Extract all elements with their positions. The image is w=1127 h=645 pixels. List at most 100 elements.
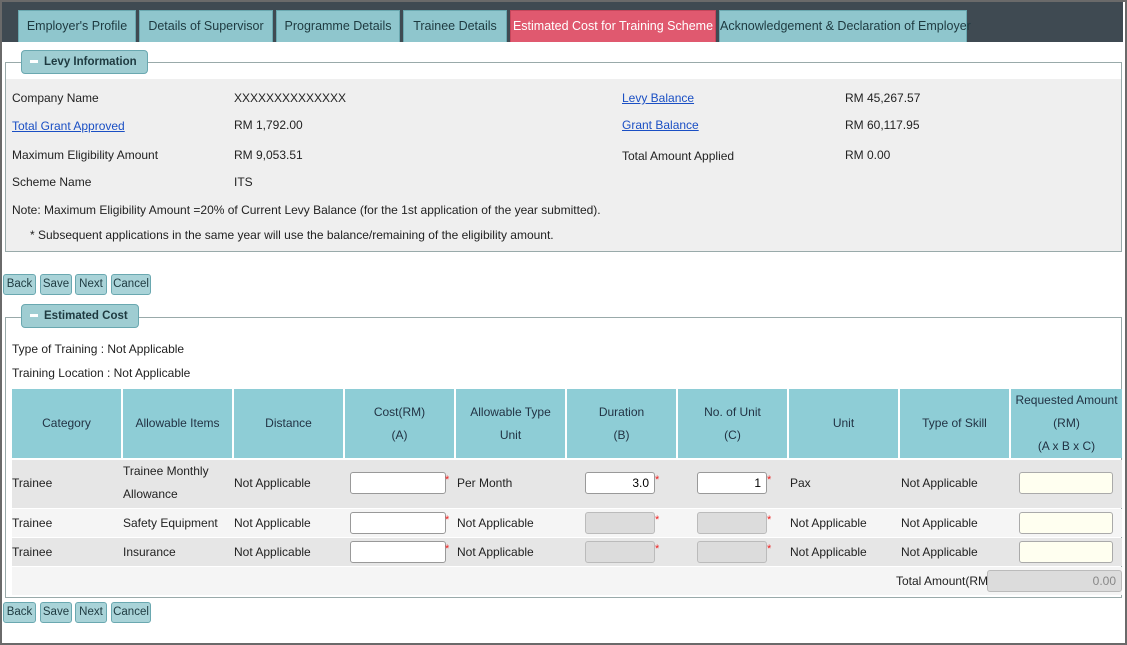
save-button[interactable]: Save: [40, 274, 72, 295]
header-type-unit-label: Allowable Type: [470, 404, 551, 419]
header-unit: Unit: [789, 389, 900, 458]
company-name-label: Company Name: [12, 91, 99, 105]
tab-programme-details[interactable]: Programme Details: [276, 10, 400, 42]
row-unit: Pax: [790, 476, 811, 490]
row-type-unit: Per Month: [457, 476, 513, 490]
header-cost-sub: (A): [391, 427, 408, 442]
levy-balance-link[interactable]: Levy Balance: [622, 91, 694, 105]
row-skill: Not Applicable: [901, 516, 978, 530]
row-item: Safety Equipment: [123, 516, 218, 530]
scheme-name-value: ITS: [234, 175, 253, 189]
required-icon: *: [767, 514, 772, 526]
type-of-training: Type of Training : Not Applicable: [12, 342, 185, 356]
row-skill: Not Applicable: [901, 545, 978, 559]
required-icon: *: [655, 543, 660, 555]
max-eligibility-label: Maximum Eligibility Amount: [12, 148, 159, 162]
row-distance: Not Applicable: [234, 516, 311, 530]
row-unit: Not Applicable: [790, 545, 867, 559]
tab-acknowledgement[interactable]: Acknowledgement & Declaration of Employe…: [719, 10, 971, 42]
row-type-unit: Not Applicable: [457, 545, 534, 559]
tab-estimated-cost[interactable]: Estimated Cost for Training Scheme: [510, 10, 716, 42]
scheme-name-label: Scheme Name: [12, 175, 92, 189]
header-distance: Distance: [234, 389, 345, 458]
total-row: Total Amount(RM):: [12, 567, 1122, 595]
header-type-unit: Allowable Type Unit: [456, 389, 567, 458]
total-amount-applied-value: RM 0.00: [845, 148, 891, 162]
row-unit: Not Applicable: [790, 516, 867, 530]
grant-balance-value: RM 60,117.95: [845, 118, 920, 132]
levy-balance-value: RM 45,267.57: [845, 91, 921, 105]
header-category-label: Category: [42, 416, 91, 430]
estimated-legend-label: Estimated Cost: [44, 310, 128, 322]
tab-trainee-details[interactable]: Trainee Details: [403, 10, 507, 42]
header-allowable-items: Allowable Items: [123, 389, 234, 458]
row-category: Trainee: [12, 476, 53, 490]
row-item: Insurance: [123, 545, 176, 559]
next-button[interactable]: Next: [75, 602, 107, 623]
header-units-sub: (C): [724, 427, 741, 442]
header-unit-label: Unit: [832, 416, 855, 430]
requested-amount-input[interactable]: [1019, 541, 1113, 563]
header-requested-amount: Requested Amount (RM) (A x B x C): [1011, 389, 1122, 458]
total-amount-applied-label: Total Amount Applied: [622, 149, 735, 163]
row-skill: Not Applicable: [901, 476, 978, 490]
tab-employers-profile[interactable]: Employer's Profile: [18, 10, 136, 42]
back-button[interactable]: Back: [3, 602, 36, 623]
row-category: Trainee: [12, 516, 53, 530]
cancel-button[interactable]: Cancel: [111, 274, 151, 295]
requested-amount-input[interactable]: [1019, 512, 1113, 534]
header-cost: Cost(RM) (A): [345, 389, 456, 458]
next-button[interactable]: Next: [75, 274, 107, 295]
header-type-of-skill: Type of Skill: [900, 389, 1011, 458]
max-eligibility-value: RM 9,053.51: [234, 148, 303, 162]
training-location: Training Location : Not Applicable: [12, 366, 191, 380]
save-button[interactable]: Save: [40, 602, 72, 623]
requested-amount-input[interactable]: [1019, 472, 1113, 494]
required-icon: *: [445, 543, 450, 555]
total-amount-label: Total Amount(RM):: [896, 574, 996, 588]
total-amount-field: [987, 570, 1122, 592]
back-button[interactable]: Back: [3, 274, 36, 295]
cost-input[interactable]: [350, 512, 446, 534]
grant-balance-link[interactable]: Grant Balance: [622, 118, 699, 132]
total-grant-approved-value: RM 1,792.00: [234, 118, 303, 132]
required-icon: *: [445, 514, 450, 526]
levy-information-legend[interactable]: Levy Information: [21, 50, 148, 74]
cost-input[interactable]: [350, 541, 446, 563]
required-icon: *: [445, 474, 450, 486]
required-icon: *: [767, 543, 772, 555]
row-category: Trainee: [12, 545, 53, 559]
required-icon: *: [655, 514, 660, 526]
eligibility-note: Note: Maximum Eligibility Amount =20% of…: [12, 203, 601, 217]
levy-panel-bg: [6, 79, 1121, 251]
header-duration-label: Duration: [598, 404, 645, 419]
tab-bar: Employer's Profile Details of Supervisor…: [2, 2, 1123, 42]
cost-input[interactable]: [350, 472, 446, 494]
cancel-button[interactable]: Cancel: [111, 602, 151, 623]
tab-details-of-supervisor[interactable]: Details of Supervisor: [139, 10, 273, 42]
no-of-unit-input[interactable]: [697, 472, 767, 494]
company-name-value: XXXXXXXXXXXXXX: [234, 91, 347, 105]
row-item-line2: Allowance: [123, 487, 178, 501]
required-icon: *: [767, 474, 772, 486]
header-cost-label: Cost(RM): [373, 404, 426, 419]
header-distance-label: Distance: [265, 416, 312, 430]
header-skill-label: Type of Skill: [922, 416, 987, 430]
duration-input[interactable]: [585, 472, 655, 494]
collapse-icon[interactable]: [30, 60, 38, 63]
header-duration-sub: (B): [613, 427, 630, 442]
table-row: Trainee Safety Equipment Not Applicable …: [12, 509, 1122, 537]
header-category: Category: [12, 389, 123, 458]
levy-legend-label: Levy Information: [44, 56, 137, 68]
header-no-of-unit: No. of Unit (C): [678, 389, 789, 458]
no-of-unit-input: [697, 512, 767, 534]
estimated-cost-legend[interactable]: Estimated Cost: [21, 304, 139, 328]
header-duration: Duration (B): [567, 389, 678, 458]
eligibility-subnote: * Subsequent applications in the same ye…: [30, 228, 554, 242]
duration-input: [585, 512, 655, 534]
total-grant-approved-link[interactable]: Total Grant Approved: [12, 119, 125, 133]
table-row: Trainee Insurance Not Applicable * Not A…: [12, 538, 1122, 566]
collapse-icon[interactable]: [30, 314, 38, 317]
duration-input: [585, 541, 655, 563]
header-req-label: Requested Amount: [1015, 393, 1118, 407]
